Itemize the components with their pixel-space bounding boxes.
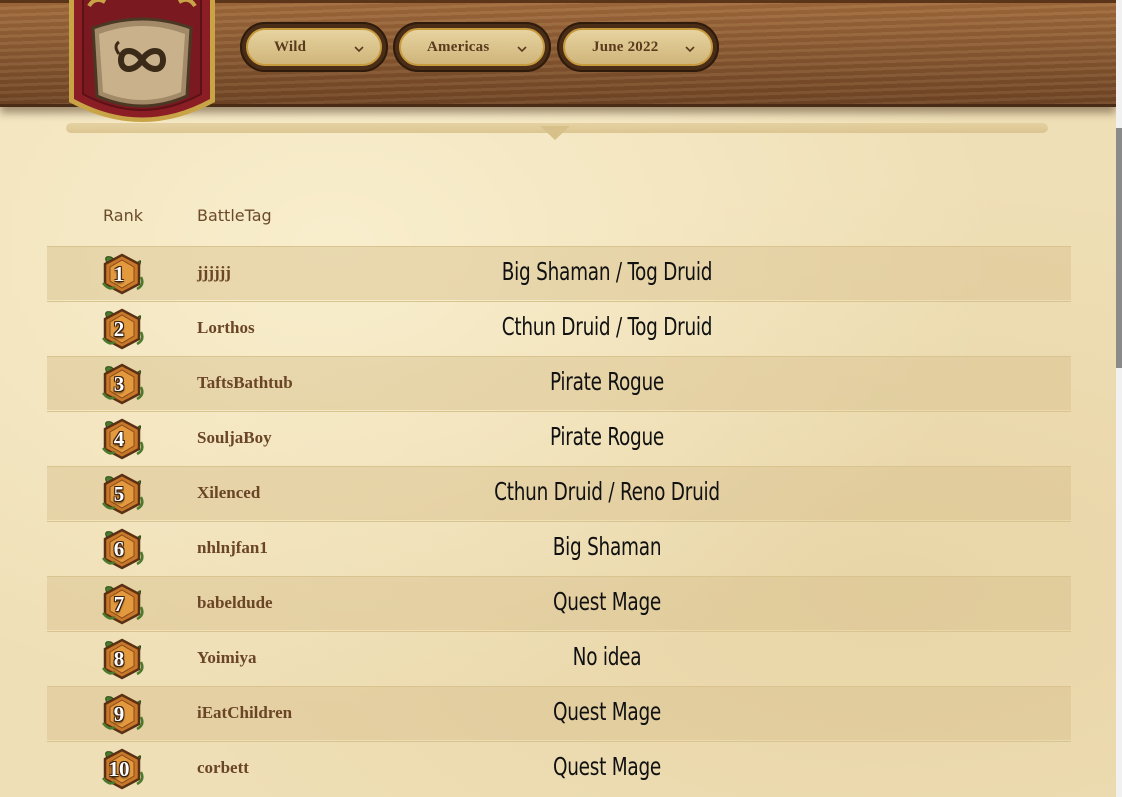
table-row: 7 babeldude Quest Mage (47, 576, 1071, 630)
battletag-column-header: BattleTag (197, 206, 272, 225)
table-row: 2 Lorthos Cthun Druid / Tog Druid (47, 301, 1071, 355)
battletag-link[interactable]: Xilenced (197, 483, 260, 503)
deck-name: Cthun Druid / Reno Druid (494, 477, 720, 506)
season-label: June 2022 (592, 39, 659, 55)
deck-name: Pirate Rogue (549, 422, 665, 451)
season-dropdown[interactable]: June 2022 (563, 28, 713, 66)
deck-name: Big Shaman / Tog Druid (501, 257, 713, 286)
rank-number: 10 (108, 756, 130, 781)
mode-label: Wild (274, 39, 307, 55)
rank-number: 9 (113, 701, 125, 726)
rank-number: 8 (113, 646, 125, 671)
region-dropdown[interactable]: Americas (399, 28, 545, 66)
chevron-down-icon (685, 46, 695, 53)
rank-number: 1 (113, 261, 125, 286)
rank-number: 3 (113, 371, 125, 396)
rank-number: 6 (113, 536, 125, 561)
scrollbar[interactable] (1116, 0, 1122, 797)
rank-number: 7 (113, 591, 125, 616)
mode-filter[interactable]: Wild (240, 22, 388, 72)
table-row: 3 TaftsBathtub Pirate Rogue (47, 356, 1071, 410)
table-row: 10 corbett Quest Mage (47, 741, 1071, 795)
battletag-link[interactable]: SouljaBoy (197, 428, 272, 448)
battletag-link[interactable]: iEatChildren (197, 703, 292, 723)
rank-number: 2 (113, 316, 125, 341)
battletag-link[interactable]: TaftsBathtub (197, 373, 293, 393)
table-row: 5 Xilenced Cthun Druid / Reno Druid (47, 466, 1071, 520)
table-row: 4 SouljaBoy Pirate Rogue (47, 411, 1071, 465)
battletag-link[interactable]: corbett (197, 758, 249, 778)
region-filter[interactable]: Americas (393, 22, 551, 72)
chevron-down-icon (517, 46, 527, 53)
scrollbar-thumb[interactable] (1116, 128, 1122, 368)
rank-column-header: Rank (103, 206, 143, 225)
deck-name: Cthun Druid / Tog Druid (501, 312, 713, 341)
region-label: Americas (427, 39, 490, 55)
table-row: 1 jjjjjj Big Shaman / Tog Druid (47, 246, 1071, 300)
deck-name: Quest Mage (552, 587, 662, 616)
deck-name: Quest Mage (552, 752, 662, 781)
table-row: 9 iEatChildren Quest Mage (47, 686, 1071, 740)
battletag-link[interactable]: nhlnjfan1 (197, 538, 268, 558)
battletag-link[interactable]: babeldude (197, 593, 273, 613)
deck-name: Pirate Rogue (549, 367, 665, 396)
battletag-link[interactable]: jjjjjj (197, 263, 231, 283)
table-row: 8 Yoimiya No idea (47, 631, 1071, 685)
rank-number: 4 (113, 426, 125, 451)
battletag-link[interactable]: Yoimiya (197, 648, 257, 668)
deck-name: Big Shaman (552, 532, 662, 561)
deck-name: Quest Mage (552, 697, 662, 726)
battletag-link[interactable]: Lorthos (197, 318, 255, 338)
rank-number: 5 (113, 481, 125, 506)
mode-dropdown[interactable]: Wild (246, 28, 382, 66)
deck-name: No idea (572, 642, 642, 671)
table-row: 6 nhlnjfan1 Big Shaman (47, 521, 1071, 575)
chevron-down-icon (354, 46, 364, 53)
hearthstone-crest-icon[interactable] (69, 0, 215, 130)
season-filter[interactable]: June 2022 (557, 22, 719, 72)
